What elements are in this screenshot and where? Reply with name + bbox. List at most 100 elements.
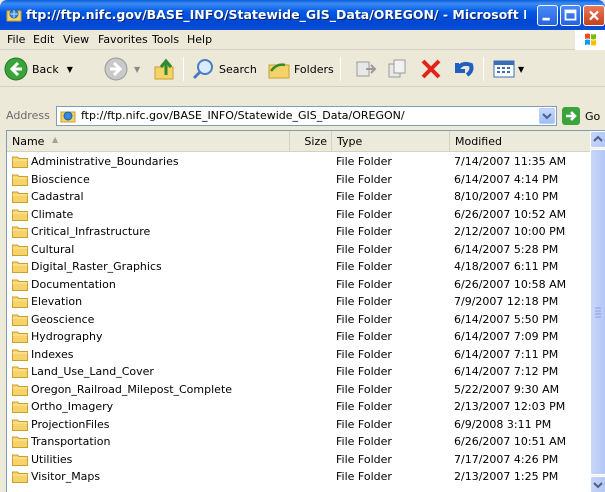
folder-icon <box>12 296 28 308</box>
file-name: Indexes <box>31 347 74 361</box>
folder-icon <box>12 261 28 273</box>
scroll-thumb[interactable] <box>590 149 605 475</box>
file-modified: 6/14/2007 4:14 PM <box>454 172 559 186</box>
table-row[interactable]: Cultural File Folder 6/14/2007 5:28 PM <box>7 242 590 258</box>
file-modified: 6/14/2007 7:09 PM <box>454 330 559 343</box>
move-to-icon <box>356 61 377 77</box>
table-row[interactable]: Land_Use_Land_Cover File Folder 6/14/2007 … <box>7 364 590 380</box>
maximize-button[interactable] <box>560 5 581 26</box>
folder-icon <box>12 436 28 448</box>
toolbar-spacer <box>0 88 605 104</box>
vertical-scrollbar[interactable] <box>590 131 605 492</box>
ftp-site-icon <box>60 111 76 123</box>
delete-x-icon <box>421 59 441 79</box>
menu-favorites[interactable]: Favorites <box>98 33 148 46</box>
file-name: Documentation <box>31 277 116 291</box>
menu-tools[interactable]: Tools <box>152 33 179 46</box>
scroll-up-button[interactable] <box>590 131 605 148</box>
file-type: File Folder <box>336 277 392 291</box>
column-header-size[interactable]: Size <box>290 131 332 152</box>
file-name: Administrative_Boundaries <box>31 155 179 168</box>
file-type: File Folder <box>336 417 392 431</box>
undo-button[interactable] <box>451 56 475 82</box>
menu-view[interactable]: View <box>63 33 89 46</box>
copy-to-button[interactable] <box>386 56 410 82</box>
address-input[interactable]: ftp://ftp.nifc.gov/BASE_INFO/Statewide_G… <box>56 106 557 126</box>
back-dropdown-icon[interactable]: ▼ <box>67 65 73 74</box>
file-name: Utilities <box>31 452 73 466</box>
column-name-label: Name <box>12 135 45 148</box>
move-to-button[interactable] <box>354 56 378 82</box>
toolbar-separator <box>183 57 184 81</box>
forward-button[interactable]: ▼ <box>104 56 140 82</box>
file-type: File Folder <box>336 242 392 256</box>
folder-icon <box>12 244 28 256</box>
folder-icon <box>12 174 28 186</box>
delete-button[interactable] <box>419 56 443 82</box>
table-row[interactable]: ProjectionFiles File Folder 6/9/2008 3:11 … <box>7 417 590 433</box>
file-name: Digital_Raster_Graphics <box>31 260 162 273</box>
file-type: File Folder <box>336 452 392 466</box>
file-modified: 6/26/2007 10:51 AM <box>454 435 567 448</box>
address-dropdown-button[interactable] <box>539 108 555 124</box>
file-name: Geoscience <box>31 312 95 326</box>
file-type: File Folder <box>336 400 392 413</box>
table-row[interactable]: Digital_Raster_Graphics File Folder 4/18/2… <box>7 259 590 275</box>
column-header-type[interactable]: Type <box>332 131 450 152</box>
file-modified: 6/14/2007 5:50 PM <box>454 312 559 326</box>
column-header-name[interactable]: Name ▲ <box>7 131 290 152</box>
file-name: Elevation <box>31 295 83 308</box>
file-modified: 2/13/2007 1:25 PM <box>454 470 559 483</box>
file-type: File Folder <box>336 225 392 238</box>
toolbar-separator <box>483 57 484 81</box>
table-row[interactable]: Indexes File Folder 6/14/2007 7:11 PM <box>7 347 590 363</box>
views-button[interactable]: ▼ <box>492 56 524 82</box>
table-row[interactable]: Critical_Infrastructure File Folder 2/12/2… <box>7 224 590 240</box>
table-row[interactable]: Documentation File Folder 6/26/2007 10:58 … <box>7 277 590 293</box>
folders-button[interactable]: Folders <box>267 56 334 82</box>
menu-edit[interactable]: Edit <box>33 33 54 46</box>
folder-icon <box>12 366 28 378</box>
search-button[interactable]: Search <box>192 56 257 82</box>
table-row[interactable]: Oregon_Railroad_Milepost_Complete File Fo… <box>7 382 590 398</box>
file-type: File Folder <box>336 382 392 396</box>
table-row[interactable]: Bioscience File Folder 6/14/2007 4:14 PM <box>7 172 590 188</box>
go-button[interactable]: Go <box>562 107 602 125</box>
menu-file[interactable]: File <box>7 33 25 46</box>
table-row[interactable]: Visitor_Maps File Folder 2/13/2007 1:25 PM <box>7 469 590 485</box>
menu-help[interactable]: Help <box>187 33 212 46</box>
back-label: Back <box>32 62 59 76</box>
file-name: Critical_Infrastructure <box>31 225 151 238</box>
back-button[interactable]: Back ▼ <box>4 56 73 82</box>
file-type: File Folder <box>336 435 392 448</box>
file-name: Oregon_Railroad_Milepost_Complete <box>31 382 233 396</box>
column-type-label: Type <box>337 135 363 148</box>
file-modified: 6/9/2008 3:11 PM <box>454 417 552 431</box>
copy-to-icon <box>388 59 406 78</box>
forward-dropdown-icon[interactable]: ▼ <box>134 65 140 74</box>
column-header-modified[interactable]: Modified <box>450 131 590 152</box>
table-row[interactable]: Ortho_Imagery File Folder 2/13/2007 12:03 … <box>7 399 590 415</box>
table-row[interactable]: Geoscience File Folder 6/14/2007 5:50 PM <box>7 312 590 328</box>
close-button[interactable] <box>583 5 605 26</box>
chevron-up-icon <box>593 135 603 142</box>
table-row[interactable]: Administrative_Boundaries File Folder 7/14… <box>7 154 590 170</box>
scroll-down-button[interactable] <box>590 476 605 492</box>
file-name: Ortho_Imagery <box>31 400 114 413</box>
minimize-button[interactable] <box>537 5 558 26</box>
chevron-down-icon <box>593 482 603 489</box>
title-bar[interactable]: ftp://ftp.nifc.gov/BASE_INFO/Statewide_G… <box>0 0 605 30</box>
folder-icon <box>12 454 28 466</box>
up-folder-button[interactable] <box>153 56 177 82</box>
table-row[interactable]: Transportation File Folder 6/26/2007 10:51… <box>7 434 590 450</box>
views-dropdown-icon[interactable]: ▼ <box>518 65 524 74</box>
table-row[interactable]: Utilities File Folder 7/17/2007 4:26 PM <box>7 452 590 468</box>
folder-icon <box>12 384 28 396</box>
close-icon <box>589 10 599 21</box>
file-name: Cultural <box>31 242 75 256</box>
table-row[interactable]: Climate File Folder 6/26/2007 10:52 AM <box>7 207 590 223</box>
table-row[interactable]: Cadastral File Folder 8/10/2007 4:10 PM <box>7 189 590 205</box>
table-row[interactable]: Elevation File Folder 7/9/2007 12:18 PM <box>7 294 590 310</box>
table-row[interactable]: Hydrography File Folder 6/14/2007 7:09 PM <box>7 329 590 345</box>
file-modified: 6/14/2007 5:28 PM <box>454 242 559 256</box>
